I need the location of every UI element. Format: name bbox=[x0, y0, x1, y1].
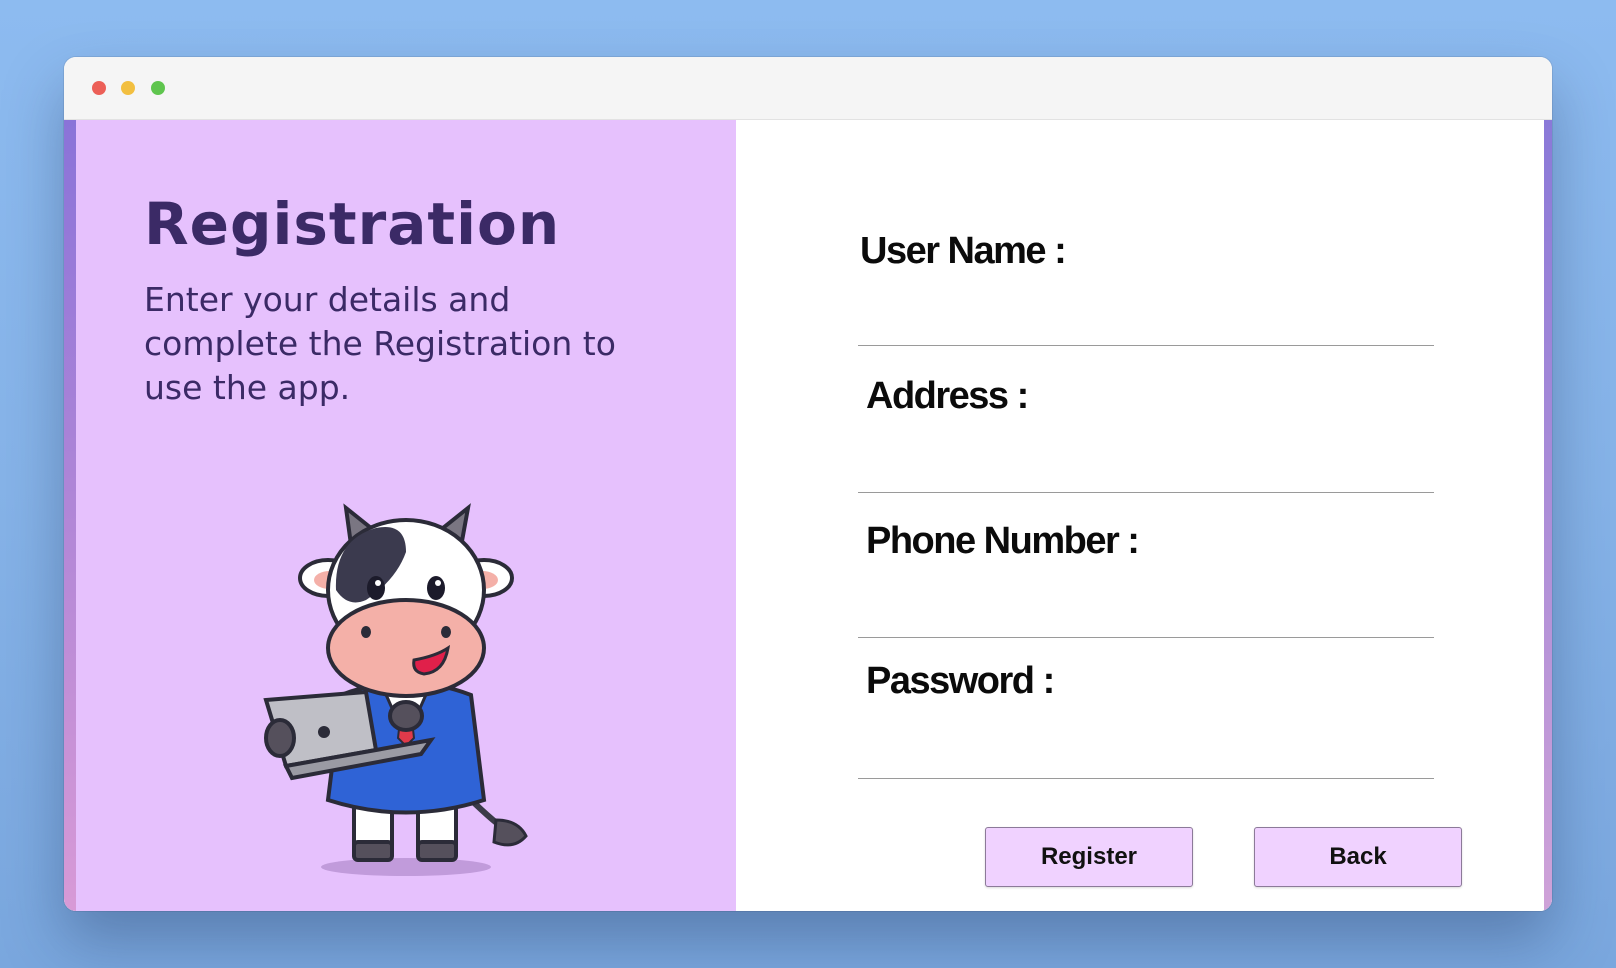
zoom-window-button[interactable] bbox=[151, 81, 165, 95]
phone-number-input[interactable] bbox=[858, 597, 1434, 638]
address-input[interactable] bbox=[858, 452, 1434, 493]
page-title: Registration bbox=[144, 190, 561, 258]
registration-form: User Name : Address : Phone Number : Pas… bbox=[736, 120, 1544, 911]
back-button[interactable]: Back bbox=[1254, 827, 1462, 887]
address-label: Address : bbox=[866, 375, 1029, 417]
cow-eye-right bbox=[427, 576, 445, 600]
cow-tail-tuft bbox=[492, 818, 528, 847]
cow-snout bbox=[326, 598, 486, 698]
cow-nostril-left bbox=[361, 626, 371, 638]
register-button[interactable]: Register bbox=[985, 827, 1193, 887]
laptop-logo bbox=[318, 726, 330, 738]
cow-hoof-right bbox=[416, 840, 458, 862]
password-field-group: Password : bbox=[858, 660, 1434, 790]
username-input[interactable] bbox=[858, 305, 1434, 346]
page-subtitle: Enter your details and complete the Regi… bbox=[144, 280, 616, 407]
address-field-group: Address : bbox=[858, 375, 1434, 505]
info-panel: Registration Enter your details and comp… bbox=[76, 120, 736, 911]
username-label: User Name : bbox=[860, 230, 1067, 272]
phone-number-label: Phone Number : bbox=[866, 520, 1140, 562]
phone-field-group: Phone Number : bbox=[858, 520, 1434, 650]
username-field-group: User Name : bbox=[858, 230, 1434, 360]
password-label: Password : bbox=[866, 660, 1055, 702]
title-bar bbox=[64, 57, 1552, 120]
password-input[interactable] bbox=[858, 738, 1434, 779]
close-window-button[interactable] bbox=[92, 81, 106, 95]
left-edge-decoration bbox=[64, 120, 76, 911]
window-content: Registration Enter your details and comp… bbox=[64, 120, 1552, 911]
cow-nostril-right bbox=[441, 626, 451, 638]
mascot-shadow bbox=[321, 858, 491, 876]
app-window: Registration Enter your details and comp… bbox=[64, 57, 1552, 911]
cow-hand-left bbox=[264, 718, 296, 758]
cow-eye-left bbox=[367, 576, 385, 600]
cow-hoof-left bbox=[352, 840, 394, 862]
cow-mascot-illustration bbox=[263, 503, 528, 876]
minimize-window-button[interactable] bbox=[121, 81, 135, 95]
cow-hand-right bbox=[388, 700, 424, 732]
right-edge-decoration bbox=[1544, 120, 1552, 911]
